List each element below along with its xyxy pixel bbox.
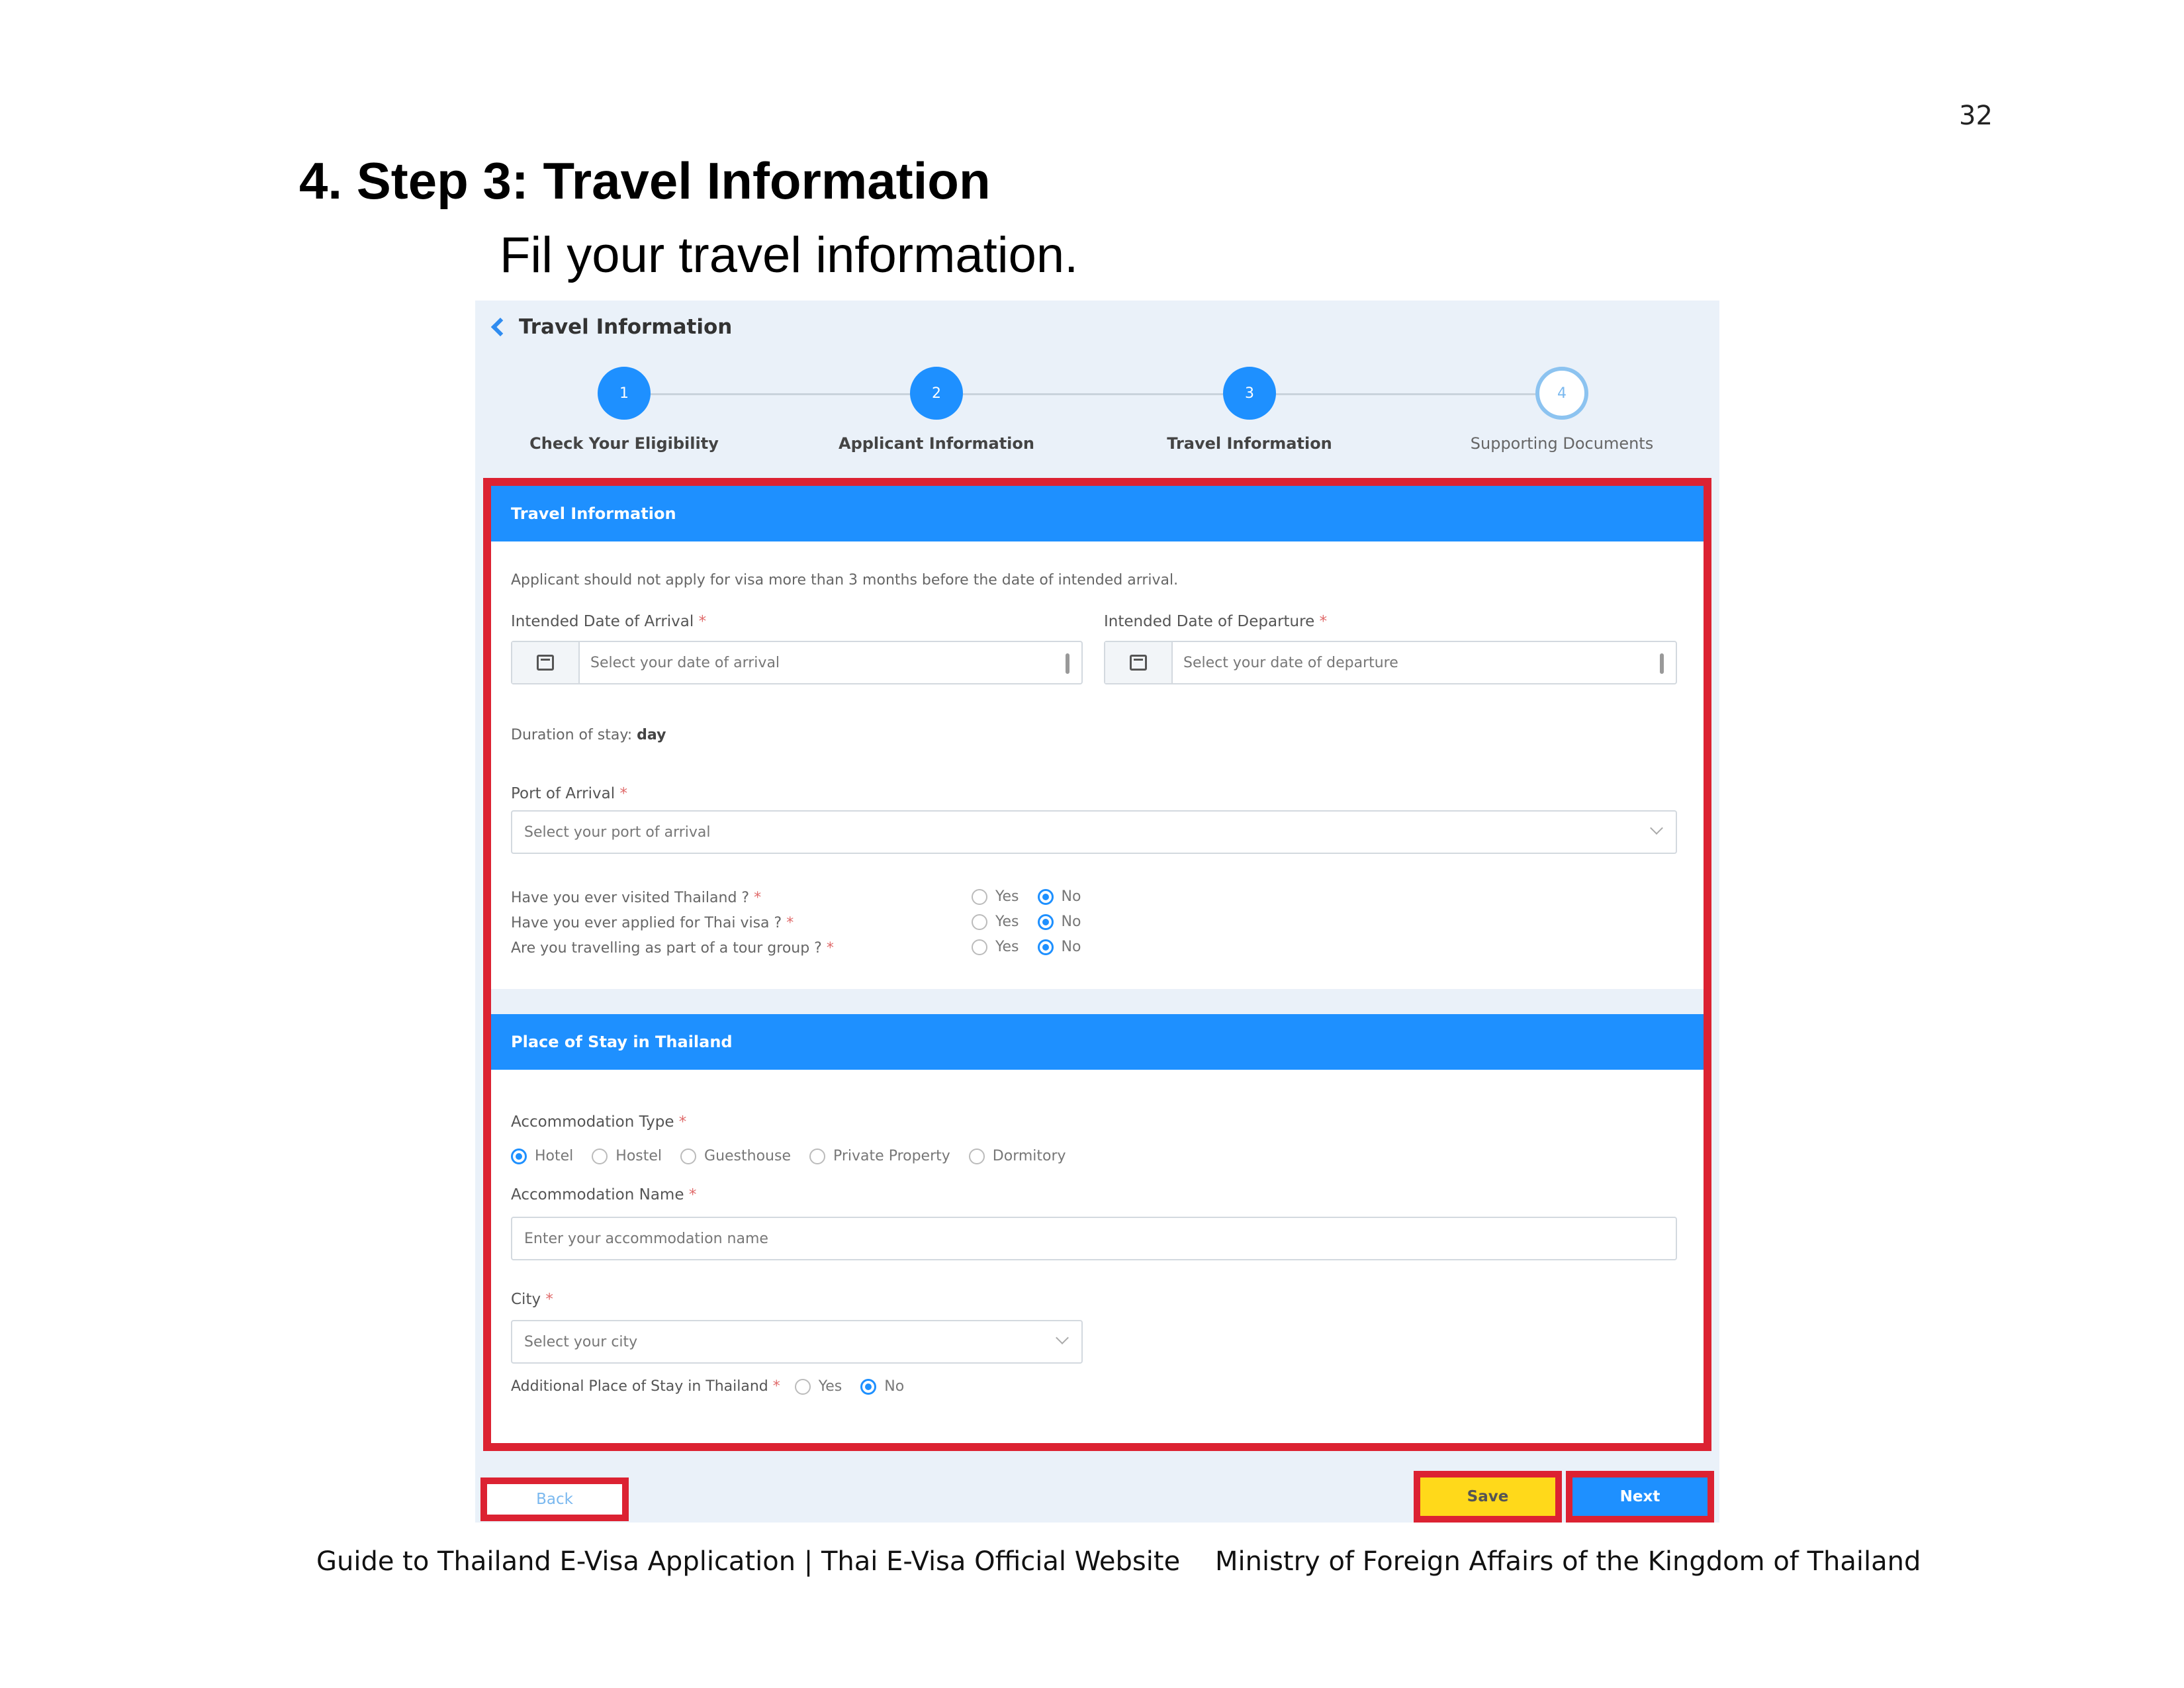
departure-date-input[interactable]: Select your date of departure — [1104, 641, 1677, 684]
next-button[interactable]: Next — [1566, 1471, 1714, 1523]
accommodation-type-label: Accommodation Type * — [511, 1113, 687, 1131]
calendar-small-icon — [1660, 653, 1664, 674]
travel-section-header: Travel Information — [491, 486, 1704, 541]
city-placeholder: Select your city — [524, 1333, 638, 1350]
step-1: 1 Check Your Eligibility — [485, 367, 763, 453]
port-of-arrival-label: Port of Arrival * — [511, 785, 627, 802]
app-header: Travel Information — [486, 307, 732, 347]
step-4: 4 Supporting Documents — [1423, 367, 1701, 453]
additional-stay-label: Additional Place of Stay in Thailand * — [511, 1378, 780, 1395]
app-title: Travel Information — [519, 315, 733, 339]
step-4-label: Supporting Documents — [1470, 434, 1654, 453]
question-tour-label: Are you travelling as part of a tour gro… — [511, 940, 834, 957]
step-3-label: Travel Information — [1167, 434, 1332, 453]
step-2-circle: 2 — [910, 367, 963, 420]
city-label: City * — [511, 1291, 553, 1308]
step-1-circle: 1 — [598, 367, 651, 420]
accommodation-hostel[interactable]: Hostel — [592, 1148, 662, 1164]
page-number: 32 — [1959, 101, 1993, 131]
calendar-icon — [537, 655, 554, 671]
accommodation-name-placeholder: Enter your accommodation name — [524, 1230, 768, 1247]
additional-stay-yes[interactable]: Yes — [794, 1378, 842, 1395]
page-heading: 4. Step 3: Travel Information — [299, 152, 991, 210]
arrival-date-input[interactable]: Select your date of arrival — [511, 641, 1083, 684]
question-visited-no[interactable]: No — [1037, 888, 1081, 905]
chevron-down-icon — [1056, 1331, 1069, 1344]
travel-form: Travel Information Applicant should not … — [483, 478, 1711, 1451]
question-visited-label: Have you ever visited Thailand ? * — [511, 890, 762, 906]
question-applied-label: Have you ever applied for Thai visa ? * — [511, 915, 794, 931]
departure-date-label: Intended Date of Departure * — [1104, 613, 1328, 630]
additional-stay-no[interactable]: No — [860, 1378, 904, 1395]
step-2: 2 Applicant Information — [797, 367, 1075, 453]
arrival-date-placeholder: Select your date of arrival — [590, 654, 780, 671]
step-3-circle: 3 — [1223, 367, 1276, 420]
page-subheading: Fil your travel information. — [500, 227, 1079, 283]
question-visited-yes[interactable]: Yes — [972, 888, 1019, 905]
question-applied-radios: Yes No — [972, 914, 1099, 930]
arrival-calendar-button[interactable] — [512, 642, 580, 683]
city-select[interactable]: Select your city — [511, 1320, 1083, 1364]
accommodation-name-input[interactable]: Enter your accommodation name — [511, 1217, 1677, 1260]
accommodation-hotel[interactable]: Hotel — [511, 1148, 573, 1164]
save-button[interactable]: Save — [1414, 1471, 1562, 1523]
accommodation-name-label: Accommodation Name * — [511, 1186, 697, 1203]
section-divider — [491, 989, 1704, 1014]
accommodation-type-radios: Hotel Hostel Guesthouse Private Property… — [511, 1148, 1085, 1164]
calendar-icon — [1130, 655, 1147, 671]
progress-stepper: 1 Check Your Eligibility 2 Applicant Inf… — [475, 367, 1719, 459]
stay-section-header: Place of Stay in Thailand — [491, 1014, 1704, 1070]
accommodation-guesthouse[interactable]: Guesthouse — [680, 1148, 791, 1164]
calendar-small-icon — [1066, 653, 1069, 674]
question-tour-radios: Yes No — [972, 939, 1099, 955]
port-of-arrival-select[interactable]: Select your port of arrival — [511, 810, 1677, 854]
additional-stay-row: Additional Place of Stay in Thailand * Y… — [511, 1378, 923, 1395]
chevron-down-icon — [1650, 821, 1663, 835]
accommodation-dormitory[interactable]: Dormitory — [968, 1148, 1066, 1164]
footer-right: Ministry of Foreign Affairs of the Kingd… — [1215, 1546, 1921, 1577]
step-2-label: Applicant Information — [839, 434, 1034, 453]
step-1-label: Check Your Eligibility — [529, 434, 719, 453]
departure-calendar-button[interactable] — [1105, 642, 1173, 683]
app-screenshot: Travel Information 1 Check Your Eligibil… — [475, 301, 1719, 1523]
step-3: 3 Travel Information — [1111, 367, 1388, 453]
question-tour-yes[interactable]: Yes — [972, 939, 1019, 955]
step-4-circle: 4 — [1535, 367, 1588, 420]
port-of-arrival-placeholder: Select your port of arrival — [524, 823, 711, 841]
departure-date-placeholder: Select your date of departure — [1183, 654, 1398, 671]
question-applied-yes[interactable]: Yes — [972, 914, 1019, 930]
question-tour-no[interactable]: No — [1037, 939, 1081, 955]
back-button[interactable]: Back — [480, 1477, 629, 1521]
arrival-notice: Applicant should not apply for visa more… — [511, 572, 1179, 588]
arrival-date-label: Intended Date of Arrival * — [511, 613, 707, 630]
question-visited-radios: Yes No — [972, 888, 1099, 905]
footer-left: Guide to Thailand E-Visa Application | T… — [316, 1546, 1181, 1577]
duration-of-stay: Duration of stay: day — [511, 727, 666, 743]
accommodation-private-property[interactable]: Private Property — [809, 1148, 950, 1164]
question-applied-no[interactable]: No — [1037, 914, 1081, 930]
chevron-left-icon[interactable] — [490, 317, 510, 337]
